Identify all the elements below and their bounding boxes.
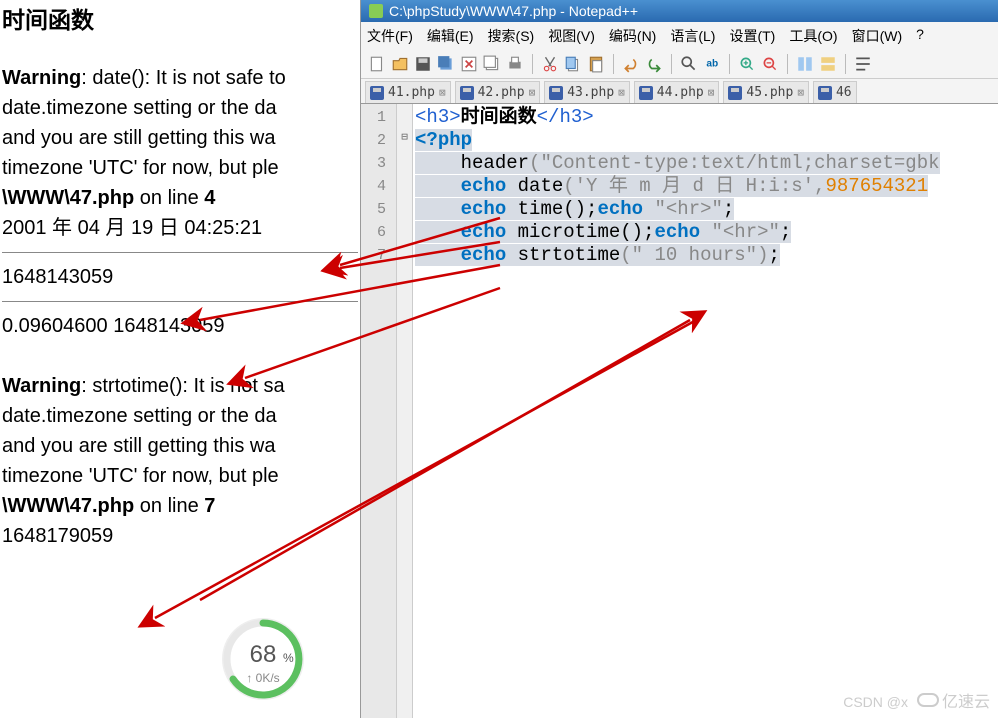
zoom-in-icon[interactable] (737, 54, 757, 74)
menu-search[interactable]: 搜索(S) (488, 26, 535, 46)
time-output: 1648143059 (2, 263, 358, 291)
warning-line: timezone 'UTC' for now, but ple (2, 154, 358, 182)
speed-meter-widget: 68 % ↑ 0K/s (208, 612, 318, 712)
window-title-bar[interactable]: C:\phpStudy\WWW\47.php - Notepad++ (361, 0, 998, 22)
date-output: 2001 年 04 月 19 日 04:25:21 (2, 214, 358, 242)
watermark-yisuyun: 亿速云 (917, 688, 990, 712)
tab-42[interactable]: 42.php⊠ (455, 81, 541, 103)
replace-icon[interactable]: ab (702, 54, 722, 74)
file-path: \WWW\47.php (2, 495, 134, 517)
warning-line: and you are still getting this wa (2, 432, 358, 460)
microtime-output: 0.09604600 1648143059 (2, 312, 358, 340)
menu-bar: 文件(F) 编辑(E) 搜索(S) 视图(V) 编码(N) 语言(L) 设置(T… (361, 22, 998, 50)
tab-close-icon[interactable]: ⊠ (439, 86, 446, 99)
disk-icon (639, 86, 653, 100)
save-icon[interactable] (413, 54, 433, 74)
warning-line: timezone 'UTC' for now, but ple (2, 462, 358, 490)
tab-close-icon[interactable]: ⊠ (529, 86, 536, 99)
warning-label: Warning (2, 375, 81, 397)
svg-text:%: % (283, 651, 294, 665)
menu-help[interactable]: ? (916, 26, 924, 46)
undo-icon[interactable] (621, 54, 641, 74)
page-title: 时间函数 (2, 4, 358, 36)
menu-language[interactable]: 语言(L) (670, 26, 715, 46)
fold-icon[interactable]: ⊟ (397, 130, 412, 144)
disk-icon (728, 86, 742, 100)
menu-encoding[interactable]: 编码(N) (609, 26, 656, 46)
warning-line: and you are still getting this wa (2, 124, 358, 152)
fold-column[interactable]: ⊟ (397, 104, 413, 718)
code-content[interactable]: <h3>时间函数</h3> <?php header("Content-type… (413, 104, 998, 718)
file-path: \WWW\47.php (2, 187, 134, 209)
print-icon[interactable] (505, 54, 525, 74)
notepadpp-window: C:\phpStudy\WWW\47.php - Notepad++ 文件(F)… (360, 0, 998, 718)
menu-settings[interactable]: 设置(T) (729, 26, 775, 46)
tab-43[interactable]: 43.php⊠ (544, 81, 630, 103)
tab-44[interactable]: 44.php⊠ (634, 81, 720, 103)
close-icon[interactable] (459, 54, 479, 74)
tab-41[interactable]: 41.php⊠ (365, 81, 451, 103)
app-icon (369, 4, 383, 18)
svg-text:↑ 0K/s: ↑ 0K/s (246, 671, 279, 685)
menu-view[interactable]: 视图(V) (548, 26, 595, 46)
disk-icon (818, 86, 832, 100)
hr-divider (2, 252, 358, 253)
copy-icon[interactable] (563, 54, 583, 74)
tab-close-icon[interactable]: ⊠ (708, 86, 715, 99)
save-all-icon[interactable] (436, 54, 456, 74)
tab-bar: 41.php⊠ 42.php⊠ 43.php⊠ 44.php⊠ 45.php⊠ … (361, 79, 998, 104)
close-all-icon[interactable] (482, 54, 502, 74)
warning-label: Warning (2, 67, 81, 89)
sync-h-icon[interactable] (818, 54, 838, 74)
tab-46[interactable]: 46 (813, 81, 857, 103)
redo-icon[interactable] (644, 54, 664, 74)
svg-text:ab: ab (706, 58, 718, 69)
window-title: C:\phpStudy\WWW\47.php - Notepad++ (389, 3, 638, 19)
browser-output-pane: 时间函数 Warning: date(): It is not safe to … (0, 0, 360, 718)
percent-label: 68 (250, 641, 277, 668)
disk-icon (549, 86, 563, 100)
disk-icon (370, 86, 384, 100)
cloud-icon (917, 693, 939, 707)
toolbar: ab (361, 50, 998, 79)
find-icon[interactable] (679, 54, 699, 74)
strtotime-output: 1648179059 (2, 522, 358, 550)
sync-v-icon[interactable] (795, 54, 815, 74)
zoom-out-icon[interactable] (760, 54, 780, 74)
tab-45[interactable]: 45.php⊠ (723, 81, 809, 103)
warning-line: date.timezone setting or the da (2, 94, 358, 122)
menu-tools[interactable]: 工具(O) (789, 26, 837, 46)
tab-close-icon[interactable]: ⊠ (618, 86, 625, 99)
open-file-icon[interactable] (390, 54, 410, 74)
line-number-gutter: 1234567 (361, 104, 397, 718)
menu-window[interactable]: 窗口(W) (852, 26, 903, 46)
editor-area[interactable]: 1234567 ⊟ <h3>时间函数</h3> <?php header("Co… (361, 104, 998, 718)
warning-line: date.timezone setting or the da (2, 402, 358, 430)
cut-icon[interactable] (540, 54, 560, 74)
new-file-icon[interactable] (367, 54, 387, 74)
tab-close-icon[interactable]: ⊠ (797, 86, 804, 99)
menu-file[interactable]: 文件(F) (367, 26, 413, 46)
paste-icon[interactable] (586, 54, 606, 74)
watermark-csdn: CSDN @x (843, 694, 908, 710)
wrap-icon[interactable] (853, 54, 873, 74)
menu-edit[interactable]: 编辑(E) (427, 26, 474, 46)
hr-divider (2, 301, 358, 302)
disk-icon (460, 86, 474, 100)
